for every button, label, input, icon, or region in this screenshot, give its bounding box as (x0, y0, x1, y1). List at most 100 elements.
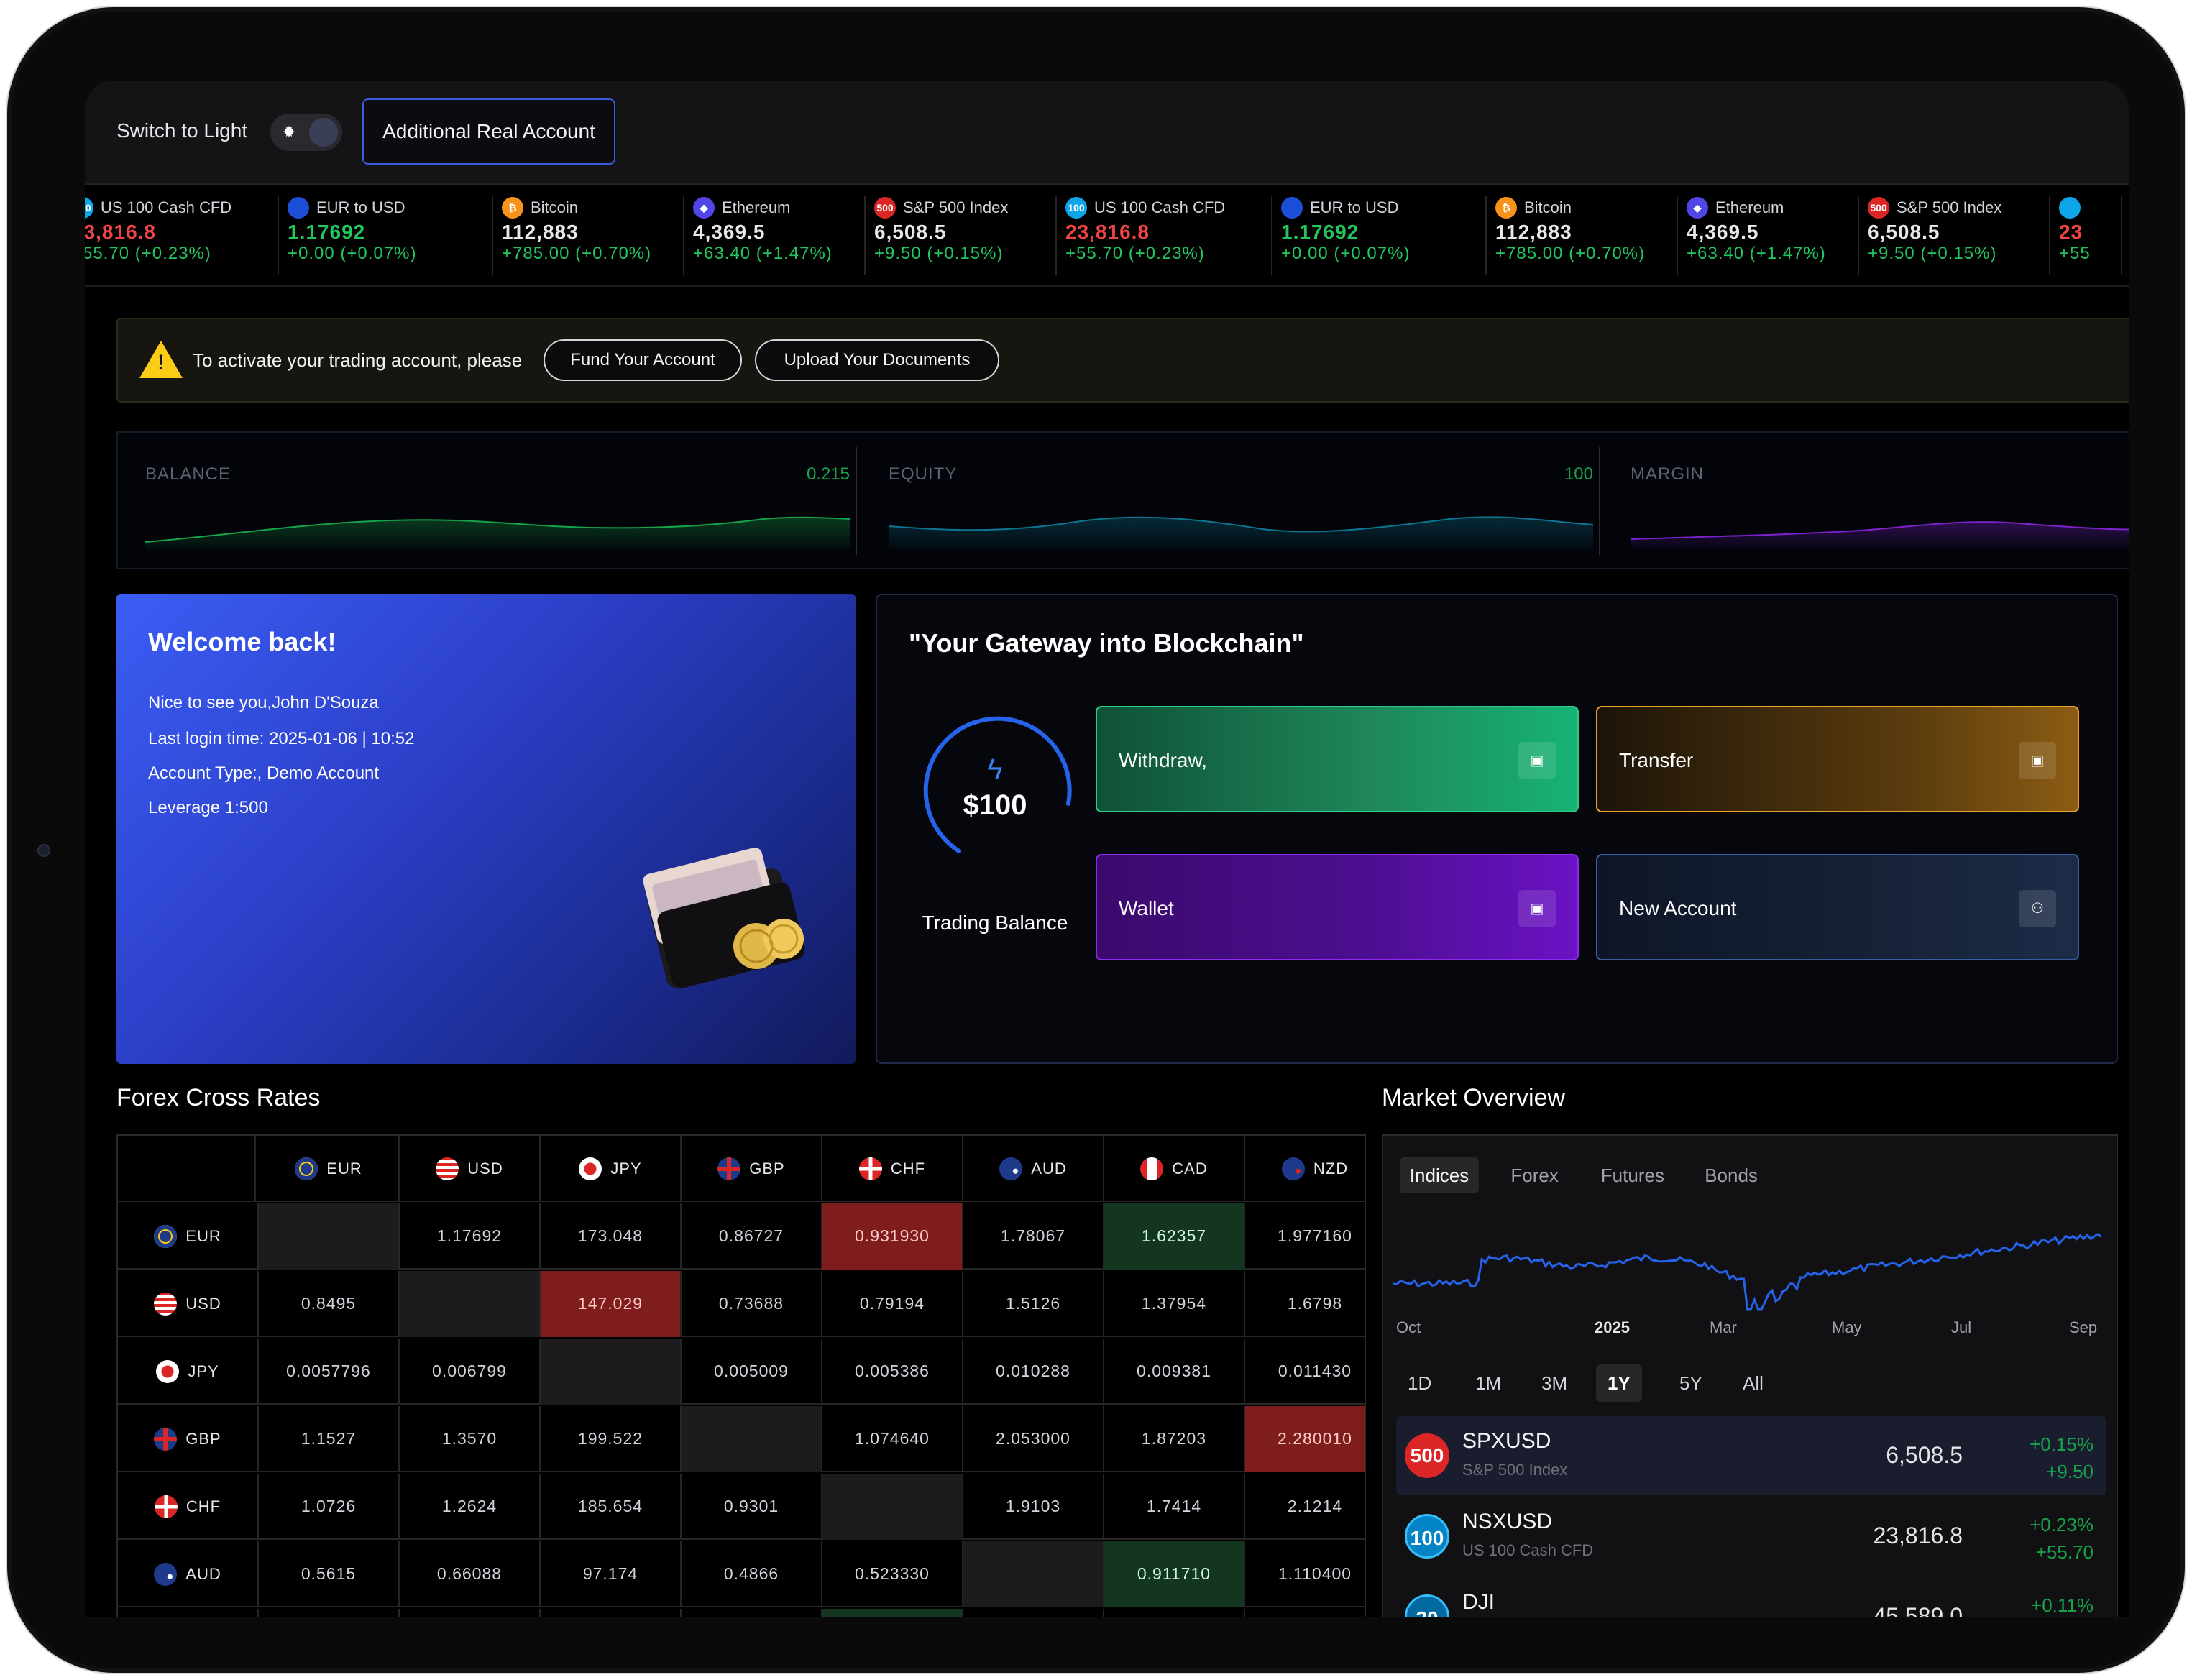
forex-rate-cell[interactable]: 0.010288 (963, 1339, 1104, 1405)
balance-metric: BALANCE 0.215 (118, 433, 861, 568)
upload-documents-button[interactable]: Upload Your Documents (755, 339, 999, 381)
ticker-item[interactable]: 23 +55 (2050, 196, 2122, 275)
forex-rate-cell[interactable]: 1.0726 (259, 1474, 400, 1540)
forex-currency-label: AUD (185, 1565, 221, 1583)
additional-real-account-button[interactable]: Additional Real Account (362, 98, 615, 165)
forex-rate-cell[interactable]: 1.78067 (963, 1203, 1104, 1270)
ticker-item[interactable]: EUR to USD 1.17692 +0.00 (+0.07%) (279, 196, 493, 275)
forex-rate-cell[interactable]: 1.5126 (963, 1271, 1104, 1337)
forex-rate-cell[interactable]: 199.522 (541, 1406, 682, 1472)
forex-rate-cell[interactable]: 1.6798 (1245, 1271, 1365, 1337)
forex-rate-cell[interactable]: 0.79194 (822, 1271, 963, 1337)
forex-rate-cell[interactable]: 0.523330 (822, 1541, 963, 1607)
range-1m[interactable]: 1M (1464, 1364, 1513, 1402)
ticker-item[interactable]: ₿ Bitcoin 112,883 +785.00 (+0.70%) (493, 196, 684, 275)
forex-rate-cell[interactable]: 1.110400 (1245, 1541, 1365, 1607)
ticker-item[interactable]: ◆ Ethereum 4,369.5 +63.40 (+1.47%) (1678, 196, 1859, 275)
forex-rate-cell[interactable]: 1.977160 (1245, 1203, 1365, 1270)
forex-rate-cell[interactable] (541, 1609, 682, 1617)
forex-rate-cell[interactable]: 1.7414 (1104, 1474, 1245, 1540)
forex-rate-cell[interactable]: 1.1527 (259, 1406, 400, 1472)
forex-rate-cell[interactable]: 0.0057796 (259, 1339, 400, 1405)
forex-rate-cell[interactable] (963, 1541, 1104, 1607)
forex-rate-cell[interactable] (822, 1474, 963, 1540)
wallet-button[interactable]: Wallet ▣ (1096, 854, 1579, 960)
forex-rate-cell[interactable]: 97.174 (541, 1541, 682, 1607)
range-3m[interactable]: 3M (1530, 1364, 1579, 1402)
range-5y[interactable]: 5Y (1668, 1364, 1714, 1402)
forex-rate-cell[interactable]: 2.053000 (963, 1406, 1104, 1472)
forex-currency-label: GBP (749, 1160, 785, 1178)
ticker-item[interactable]: ◆ Ethereum 4,369.5 +63.40 (+1.47%) (684, 196, 866, 275)
tab-indices[interactable]: Indices (1399, 1157, 1480, 1193)
forex-rate-cell[interactable]: 0.86727 (682, 1203, 822, 1270)
forex-rate-cell[interactable] (400, 1609, 541, 1617)
new-account-button[interactable]: New Account ⚇ (1596, 854, 2079, 960)
forex-rate-cell[interactable]: 1.17692 (400, 1203, 541, 1270)
forex-rate-cell[interactable]: 0.009381 (1104, 1339, 1245, 1405)
forex-rate-cell[interactable] (259, 1203, 400, 1270)
forex-rate-cell[interactable] (259, 1609, 400, 1617)
ticker-item[interactable]: EUR to USD 1.17692 +0.00 (+0.07%) (1272, 196, 1487, 275)
forex-rate-cell[interactable]: 0.73688 (682, 1271, 822, 1337)
transfer-button[interactable]: Transfer ▣ (1596, 706, 2079, 812)
fund-account-button[interactable]: Fund Your Account (544, 339, 742, 381)
forex-rate-cell[interactable] (1245, 1609, 1365, 1617)
forex-rate-cell[interactable]: 0.4866 (682, 1541, 822, 1607)
forex-rate-cell[interactable] (682, 1609, 822, 1617)
forex-column-header: EUR (259, 1136, 400, 1202)
ticker-item[interactable]: ₿ Bitcoin 112,883 +785.00 (+0.70%) (1487, 196, 1678, 275)
forex-rate-cell[interactable]: 0.8495 (259, 1271, 400, 1337)
market-row[interactable]: 100 NSXUSD US 100 Cash CFD 23,816.8 +0.23% +5… (1396, 1497, 2106, 1576)
metric-label: MARGIN (1631, 464, 1704, 484)
market-change: +0.23% +55.70 (2030, 1511, 2094, 1566)
forex-rate-cell[interactable] (118, 1609, 259, 1617)
forex-rate-cell[interactable] (400, 1271, 541, 1337)
theme-toggle[interactable]: ✹ (270, 114, 342, 151)
forex-rate-cell[interactable]: 0.005009 (682, 1339, 822, 1405)
forex-rate-cell[interactable]: 1.62357 (1104, 1203, 1245, 1270)
tab-forex[interactable]: Forex (1500, 1157, 1568, 1193)
range-1y[interactable]: 1Y (1596, 1364, 1642, 1402)
new-account-label: New Account (1619, 897, 1737, 919)
transfer-label: Transfer (1619, 749, 1694, 771)
forex-rate-cell[interactable] (541, 1339, 682, 1405)
ticker-item[interactable]: 500 S&P 500 Index 6,508.5 +9.50 (+0.15%) (866, 196, 1057, 275)
forex-rate-cell[interactable]: 147.029 (541, 1271, 682, 1337)
tab-bonds[interactable]: Bonds (1695, 1157, 1768, 1193)
forex-rate-cell[interactable]: 0.005386 (822, 1339, 963, 1405)
forex-rate-cell[interactable]: 1.37954 (1104, 1271, 1245, 1337)
forex-rate-cell[interactable]: 1.074640 (822, 1406, 963, 1472)
forex-rate-cell[interactable]: 1.3570 (400, 1406, 541, 1472)
market-row[interactable]: 500 SPXUSD S&P 500 Index 6,508.5 +0.15% +9.50 (1396, 1416, 2106, 1495)
forex-rate-cell[interactable] (682, 1406, 822, 1472)
forex-rate-cell[interactable]: 0.911710 (1104, 1541, 1245, 1607)
ticker-item[interactable]: 100 US 100 Cash CFD 23,816.8+55.70 (+0.23%… (85, 196, 279, 275)
forex-rate-cell[interactable]: 173.048 (541, 1203, 682, 1270)
forex-header-row: EUR USD JPY GBP CHF AUD CAD NZD (118, 1136, 1365, 1202)
metric-value: 0.215 (806, 464, 850, 484)
tab-futures[interactable]: Futures (1591, 1157, 1674, 1193)
forex-rate-cell[interactable]: 0.011430 (1245, 1339, 1365, 1405)
forex-rate-cell[interactable]: 0.66088 (400, 1541, 541, 1607)
range-1d[interactable]: 1D (1396, 1364, 1443, 1402)
forex-rate-cell[interactable]: 0.9301 (682, 1474, 822, 1540)
range-all[interactable]: All (1731, 1364, 1775, 1402)
ticker-name-text: US 100 Cash CFD (101, 198, 232, 216)
market-row[interactable]: 30 DJI 45,589.0 +0.11% (1396, 1577, 2106, 1617)
forex-rate-cell[interactable]: 1.87203 (1104, 1406, 1245, 1472)
forex-rate-cell[interactable]: 1.2624 (400, 1474, 541, 1540)
withdraw-button[interactable]: Withdraw, ▣ (1096, 706, 1579, 812)
forex-rate-cell[interactable] (822, 1609, 963, 1617)
forex-rate-cell[interactable]: 2.1214 (1245, 1474, 1365, 1540)
ticker-item[interactable]: 500 S&P 500 Index 6,508.5 +9.50 (+0.15%) (1859, 196, 2050, 275)
forex-rate-cell[interactable] (963, 1609, 1104, 1617)
forex-rate-cell[interactable]: 0.931930 (822, 1203, 963, 1270)
forex-rate-cell[interactable]: 1.9103 (963, 1474, 1104, 1540)
forex-rate-cell[interactable] (1104, 1609, 1245, 1617)
forex-rate-cell[interactable]: 2.280010 (1245, 1406, 1365, 1472)
forex-rate-cell[interactable]: 0.5615 (259, 1541, 400, 1607)
ticker-item[interactable]: 100 US 100 Cash CFD 23,816.8+55.70 (+0.23%… (1057, 196, 1272, 275)
forex-rate-cell[interactable]: 0.006799 (400, 1339, 541, 1405)
forex-rate-cell[interactable]: 185.654 (541, 1474, 682, 1540)
